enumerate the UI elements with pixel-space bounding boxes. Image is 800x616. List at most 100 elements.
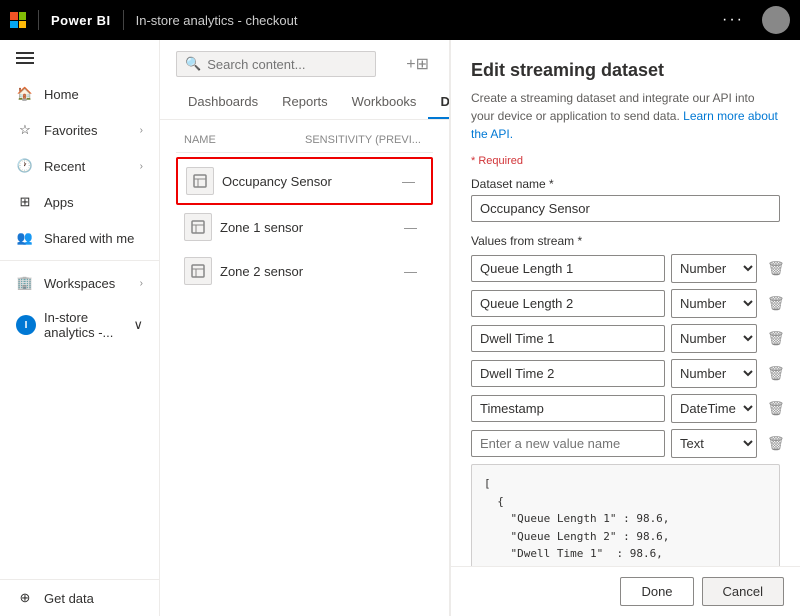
value-row-1: NumberTextDateTime 🗑	[471, 289, 780, 318]
value-input-4[interactable]	[471, 395, 665, 422]
dataset-dash-2: —	[404, 264, 417, 279]
delete-btn-1[interactable]: 🗑	[763, 293, 789, 314]
more-options-button[interactable]: ···	[722, 11, 744, 29]
dataset-row-zone2[interactable]: Zone 2 sensor —	[176, 249, 433, 293]
type-select-new[interactable]: TextNumberDateTime	[671, 429, 757, 458]
dataset-icon-zone1	[184, 213, 212, 241]
topbar-divider	[38, 10, 39, 30]
dataset-icon-occupancy	[186, 167, 214, 195]
cancel-button[interactable]: Cancel	[702, 577, 784, 606]
favorites-icon: ☆	[16, 121, 34, 139]
ms-squares	[10, 12, 26, 28]
dataset-name-zone1: Zone 1 sensor	[220, 220, 396, 235]
edit-panel: Edit streaming dataset Create a streamin…	[450, 40, 800, 616]
value-input-0[interactable]	[471, 255, 665, 282]
content-area: 🔍 +⊞ Dashboards Reports Workbooks Datase…	[160, 40, 450, 616]
add-button[interactable]: +⊞	[402, 50, 433, 78]
dataset-icon-zone2	[184, 257, 212, 285]
dataset-row-zone1[interactable]: Zone 1 sensor —	[176, 205, 433, 249]
apps-icon: ⊞	[16, 193, 34, 211]
type-select-0[interactable]: NumberTextDateTime	[671, 254, 757, 283]
topbar: Power BI In-store analytics - checkout ·…	[0, 0, 800, 40]
tabs-bar: Dashboards Reports Workbooks Datasets Da…	[160, 78, 449, 120]
chevron-down-icon: ∨	[133, 317, 143, 333]
panel-description: Create a streaming dataset and integrate…	[471, 89, 780, 143]
delete-btn-4[interactable]: 🗑	[763, 398, 789, 419]
value-input-new[interactable]	[471, 430, 665, 457]
chevron-right-icon2: ›	[140, 161, 143, 172]
value-input-1[interactable]	[471, 290, 665, 317]
dataset-name-label: Dataset name *	[471, 177, 780, 191]
sidebar-label-home: Home	[44, 87, 79, 102]
avatar[interactable]	[762, 6, 790, 34]
sidebar-separator	[0, 260, 159, 261]
recent-icon: 🕐	[16, 157, 34, 175]
sidebar-label-recent: Recent	[44, 159, 85, 174]
sidebar-item-getdata[interactable]: ⊕ Get data	[0, 580, 159, 616]
workspaces-icon: 🏢	[16, 274, 34, 292]
home-icon: 🏠	[16, 85, 34, 103]
hamburger-icon	[16, 52, 143, 64]
sidebar-item-recent[interactable]: 🕐 Recent ›	[0, 148, 159, 184]
delete-btn-new[interactable]: 🗑	[763, 433, 789, 454]
search-icon: 🔍	[185, 56, 201, 72]
value-row-4: NumberTextDateTime 🗑	[471, 394, 780, 423]
delete-btn-3[interactable]: 🗑	[763, 363, 789, 384]
ms-logo	[10, 12, 26, 28]
sidebar-item-instore[interactable]: I In-store analytics -... ∨	[0, 301, 159, 349]
sidebar-item-workspaces[interactable]: 🏢 Workspaces ›	[0, 265, 159, 301]
dataset-dash-1: —	[404, 220, 417, 235]
value-input-2[interactable]	[471, 325, 665, 352]
content-header: 🔍 +⊞	[160, 40, 449, 78]
search-bar[interactable]: 🔍	[176, 51, 376, 77]
value-row-0: NumberTextDateTime 🗑	[471, 254, 780, 283]
value-row-2: NumberTextDateTime 🗑	[471, 324, 780, 353]
sidebar-item-favorites[interactable]: ☆ Favorites ›	[0, 112, 159, 148]
dataset-row-occupancy[interactable]: Occupancy Sensor —	[176, 157, 433, 205]
brand-label: Power BI	[51, 13, 111, 28]
value-input-3[interactable]	[471, 360, 665, 387]
workspace-label: In-store analytics -...	[44, 310, 125, 340]
main-layout: 🏠 Home ☆ Favorites › 🕐 Recent › ⊞ Apps 👥…	[0, 40, 800, 616]
type-select-4[interactable]: NumberTextDateTime	[671, 394, 757, 423]
panel-footer: Done Cancel	[451, 566, 800, 616]
topbar-title: In-store analytics - checkout	[136, 13, 298, 28]
done-button[interactable]: Done	[620, 577, 693, 606]
search-input[interactable]	[207, 57, 357, 72]
sidebar-label-favorites: Favorites	[44, 123, 97, 138]
sidebar-label-shared: Shared with me	[44, 231, 134, 246]
sidebar: 🏠 Home ☆ Favorites › 🕐 Recent › ⊞ Apps 👥…	[0, 40, 160, 616]
type-select-1[interactable]: NumberTextDateTime	[671, 289, 757, 318]
tab-reports[interactable]: Reports	[270, 86, 340, 119]
sidebar-toggle-button[interactable]	[0, 40, 159, 76]
column-headers: NAME SENSITIVITY (PREVI...	[176, 128, 433, 153]
required-note: * Required	[471, 155, 780, 167]
workspace-avatar: I	[16, 315, 36, 335]
panel-title: Edit streaming dataset	[471, 60, 780, 81]
tab-dashboards[interactable]: Dashboards	[176, 86, 270, 119]
sidebar-label-workspaces: Workspaces	[44, 276, 115, 291]
delete-btn-2[interactable]: 🗑	[763, 328, 789, 349]
topbar-divider2	[123, 10, 124, 30]
chevron-right-icon3: ›	[140, 278, 143, 289]
sidebar-item-home[interactable]: 🏠 Home	[0, 76, 159, 112]
col-header-name: NAME	[184, 134, 305, 146]
type-select-3[interactable]: NumberTextDateTime	[671, 359, 757, 388]
type-select-2[interactable]: NumberTextDateTime	[671, 324, 757, 353]
col-header-sensitivity: SENSITIVITY (PREVI...	[305, 134, 425, 146]
tab-workbooks[interactable]: Workbooks	[340, 86, 429, 119]
sidebar-item-apps[interactable]: ⊞ Apps	[0, 184, 159, 220]
value-row-new: TextNumberDateTime 🗑	[471, 429, 780, 458]
dataset-name-occupancy: Occupancy Sensor	[222, 174, 394, 189]
chevron-right-icon: ›	[140, 125, 143, 136]
sidebar-label-getdata: Get data	[44, 591, 94, 606]
delete-btn-0[interactable]: 🗑	[763, 258, 789, 279]
tab-datasets[interactable]: Datasets	[428, 86, 450, 119]
content-body: NAME SENSITIVITY (PREVI... Occupancy Sen…	[160, 120, 449, 616]
sidebar-item-shared[interactable]: 👥 Shared with me	[0, 220, 159, 256]
values-label: Values from stream *	[471, 234, 780, 248]
dataset-name-input[interactable]	[471, 195, 780, 222]
sidebar-label-apps: Apps	[44, 195, 74, 210]
value-row-3: NumberTextDateTime 🗑	[471, 359, 780, 388]
sidebar-bottom: ⊕ Get data	[0, 579, 159, 616]
